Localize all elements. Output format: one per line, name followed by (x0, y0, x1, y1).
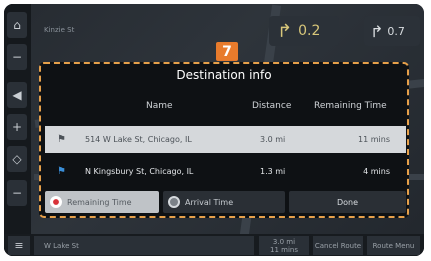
dialog-button-row: Remaining Time Arrival Time Done (45, 191, 406, 213)
row-name: N Kingsbury St, Chicago, IL (85, 167, 194, 176)
turn-right-arrow-icon: ↱ (370, 21, 384, 41)
arrival-time-button[interactable]: Arrival Time (163, 191, 285, 213)
remaining-time-label: Remaining Time (67, 197, 132, 207)
second-turn-panel: ↱ 0.7 (364, 16, 420, 46)
second-turn-distance: 0.7 (387, 24, 405, 38)
column-header-name: Name (146, 101, 173, 111)
minus-icon: − (11, 186, 23, 200)
turn-right-arrow-icon: ↱ (277, 20, 293, 42)
remaining-time-button[interactable]: Remaining Time (45, 191, 159, 213)
map-street-label: Kinzie St (44, 26, 75, 34)
column-header-distance: Distance (252, 101, 292, 111)
bottom-bar: ≡ W Lake St 3.0 mi 11 mins Cancel Route … (4, 234, 424, 256)
next-turn-panel: ↱ 0.2 (269, 16, 339, 46)
current-address-bar: W Lake St (34, 236, 254, 255)
done-label: Done (336, 197, 359, 207)
cancel-route-label: Cancel Route (314, 241, 362, 250)
row-remaining-time: 11 mins (358, 135, 390, 144)
radio-selected-icon (50, 196, 62, 208)
menu-button[interactable]: ≡ (8, 236, 30, 255)
done-button[interactable]: Done (289, 191, 406, 213)
dialog-title: Destination info (176, 68, 272, 82)
destination-info-dialog: Destination info Name Distance Remaining… (39, 62, 409, 218)
table-row[interactable]: ⚑ N Kingsbury St, Chicago, IL 1.3 mi 4 m… (45, 158, 406, 185)
next-turn-distance: 0.2 (298, 23, 321, 39)
plus-icon: + (11, 120, 23, 134)
route-menu-label: Route Menu (372, 241, 415, 250)
minus-icon: − (11, 50, 23, 64)
callout-badge: 7 (216, 42, 238, 61)
compass-icon: ◇ (12, 152, 22, 166)
speaker-icon: ◀ (12, 88, 22, 102)
waypoint-flag-icon: ⚑ (57, 134, 66, 145)
arrival-time-label: Arrival Time (185, 197, 234, 207)
table-row[interactable]: ⚑ 514 W Lake St, Chicago, IL 3.0 mi 11 m… (45, 126, 406, 153)
remaining-info[interactable]: 3.0 mi 11 mins (259, 236, 309, 255)
row-remaining-time: 4 mins (363, 167, 390, 176)
sound-button[interactable]: ◀ (7, 82, 27, 108)
route-menu-button[interactable]: Route Menu (367, 236, 420, 255)
navigation-screen: Kinzie St ⌂ − ◀ + ◇ − ↱ 0.2 ↱ 0.7 ≡ W La… (4, 4, 424, 256)
current-address: W Lake St (44, 241, 79, 250)
cancel-route-button[interactable]: Cancel Route (313, 236, 363, 255)
radio-unselected-icon (168, 196, 180, 208)
menu-icon: ≡ (14, 238, 24, 252)
view-button[interactable]: ◇ (7, 146, 27, 172)
row-distance: 1.3 mi (260, 167, 286, 176)
zoom-out-button[interactable]: − (7, 44, 27, 70)
zoom-in-button[interactable]: + (7, 114, 27, 140)
left-button-column: ⌂ − ◀ + ◇ − (4, 4, 31, 256)
column-header-remaining-time: Remaining Time (314, 101, 387, 111)
remaining-info-text: 3.0 mi 11 mins (270, 237, 298, 254)
home-icon: ⌂ (13, 18, 21, 32)
row-distance: 3.0 mi (260, 135, 286, 144)
row-name: 514 W Lake St, Chicago, IL (85, 135, 192, 144)
zoom-out-lower-button[interactable]: − (7, 180, 27, 206)
destination-flag-icon: ⚑ (57, 166, 66, 177)
home-button[interactable]: ⌂ (7, 12, 27, 38)
